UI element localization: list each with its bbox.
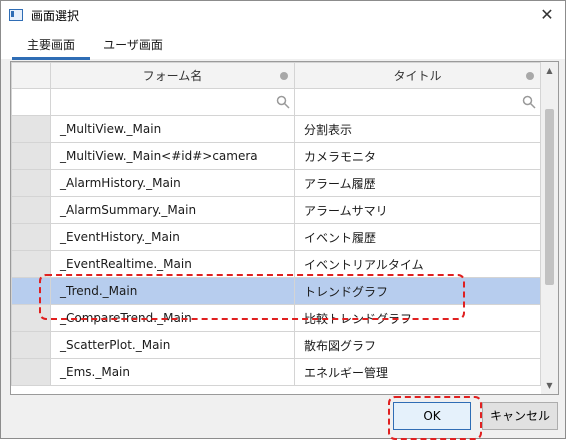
ok-button[interactable]: OK	[393, 402, 471, 430]
table-row[interactable]: _ScatterPlot._Main 散布図グラフ	[11, 331, 541, 359]
close-button[interactable]: ✕	[535, 3, 559, 27]
form-name-cell[interactable]: _EventHistory._Main	[50, 223, 295, 251]
title-cell[interactable]: 比較トレンドグラフ	[294, 304, 541, 332]
row-header[interactable]	[11, 169, 51, 197]
row-header[interactable]	[11, 250, 51, 278]
form-name-cell[interactable]: _MultiView._Main<#id#>camera	[50, 142, 295, 170]
form-name-cell[interactable]: _MultiView._Main	[50, 115, 295, 143]
row-header[interactable]	[11, 358, 51, 386]
filter-row	[11, 88, 541, 116]
screen-table: フォーム名 タイトル _MultiView._Main 分割表示 _MultiV…	[11, 62, 541, 386]
tab-main-screens[interactable]: 主要画面	[12, 35, 90, 60]
app-window-icon	[9, 9, 23, 21]
row-header[interactable]	[11, 223, 51, 251]
title-cell[interactable]: イベントリアルタイム	[294, 250, 541, 278]
form-name-cell[interactable]: _EventRealtime._Main	[50, 250, 295, 278]
table-row[interactable]: _EventRealtime._Main イベントリアルタイム	[11, 250, 541, 278]
corner-header	[11, 62, 51, 89]
search-icon	[276, 95, 290, 109]
title-cell[interactable]: トレンドグラフ	[294, 277, 541, 305]
dialog-window: 画面選択 ✕ 主要画面 ユーザ画面 フォーム名 タイトル _MultiView.…	[0, 0, 566, 440]
table-row[interactable]: _AlarmSummary._Main アラームサマリ	[11, 196, 541, 224]
row-header[interactable]	[11, 115, 51, 143]
row-header[interactable]	[11, 142, 51, 170]
vertical-scrollbar[interactable]: ▲ ▼	[541, 62, 558, 394]
title-filter-input[interactable]	[294, 88, 541, 116]
row-header[interactable]	[11, 196, 51, 224]
form-name-cell[interactable]: _Trend._Main	[50, 277, 295, 305]
title-cell[interactable]: エネルギー管理	[294, 358, 541, 386]
table-row[interactable]: _CompareTrend._Main 比較トレンドグラフ	[11, 304, 541, 332]
search-icon	[522, 95, 536, 109]
form-name-cell[interactable]: _AlarmSummary._Main	[50, 196, 295, 224]
column-header-form-label: フォーム名	[142, 69, 203, 83]
scroll-down-arrow-icon[interactable]: ▼	[541, 377, 558, 394]
title-cell[interactable]: イベント履歴	[294, 223, 541, 251]
header-row: フォーム名 タイトル	[11, 62, 541, 89]
column-header-title-label: タイトル	[393, 69, 442, 83]
column-header-title[interactable]: タイトル	[294, 62, 541, 89]
row-header[interactable]	[11, 331, 51, 359]
table-row[interactable]: _AlarmHistory._Main アラーム履歴	[11, 169, 541, 197]
column-header-form[interactable]: フォーム名	[50, 62, 295, 89]
title-cell[interactable]: アラームサマリ	[294, 196, 541, 224]
table-row[interactable]: _MultiView._Main<#id#>camera カメラモニタ	[11, 142, 541, 170]
title-cell[interactable]: 分割表示	[294, 115, 541, 143]
window-title: 画面選択	[31, 8, 80, 23]
form-filter-input[interactable]	[50, 88, 295, 116]
tab-user-screens[interactable]: ユーザ画面	[93, 35, 173, 57]
row-header[interactable]	[11, 304, 51, 332]
sort-indicator-icon	[526, 72, 534, 80]
form-name-cell[interactable]: _CompareTrend._Main	[50, 304, 295, 332]
tab-strip: 主要画面 ユーザ画面	[1, 29, 565, 60]
title-cell[interactable]: カメラモニタ	[294, 142, 541, 170]
scroll-up-arrow-icon[interactable]: ▲	[541, 62, 558, 79]
table-row[interactable]: _Ems._Main エネルギー管理	[11, 358, 541, 386]
title-cell[interactable]: 散布図グラフ	[294, 331, 541, 359]
screen-grid: フォーム名 タイトル _MultiView._Main 分割表示 _MultiV…	[10, 61, 559, 395]
row-header	[11, 88, 51, 116]
title-cell[interactable]: アラーム履歴	[294, 169, 541, 197]
title-bar: 画面選択 ✕	[1, 1, 565, 29]
form-name-cell[interactable]: _ScatterPlot._Main	[50, 331, 295, 359]
table-row[interactable]: _Trend._Main トレンドグラフ	[11, 277, 541, 305]
cancel-button[interactable]: キャンセル	[482, 402, 558, 430]
form-name-cell[interactable]: _AlarmHistory._Main	[50, 169, 295, 197]
table-row[interactable]: _MultiView._Main 分割表示	[11, 115, 541, 143]
form-name-cell[interactable]: _Ems._Main	[50, 358, 295, 386]
scrollbar-thumb[interactable]	[545, 109, 554, 285]
row-header[interactable]	[11, 277, 51, 305]
sort-indicator-icon	[280, 72, 288, 80]
table-row[interactable]: _EventHistory._Main イベント履歴	[11, 223, 541, 251]
